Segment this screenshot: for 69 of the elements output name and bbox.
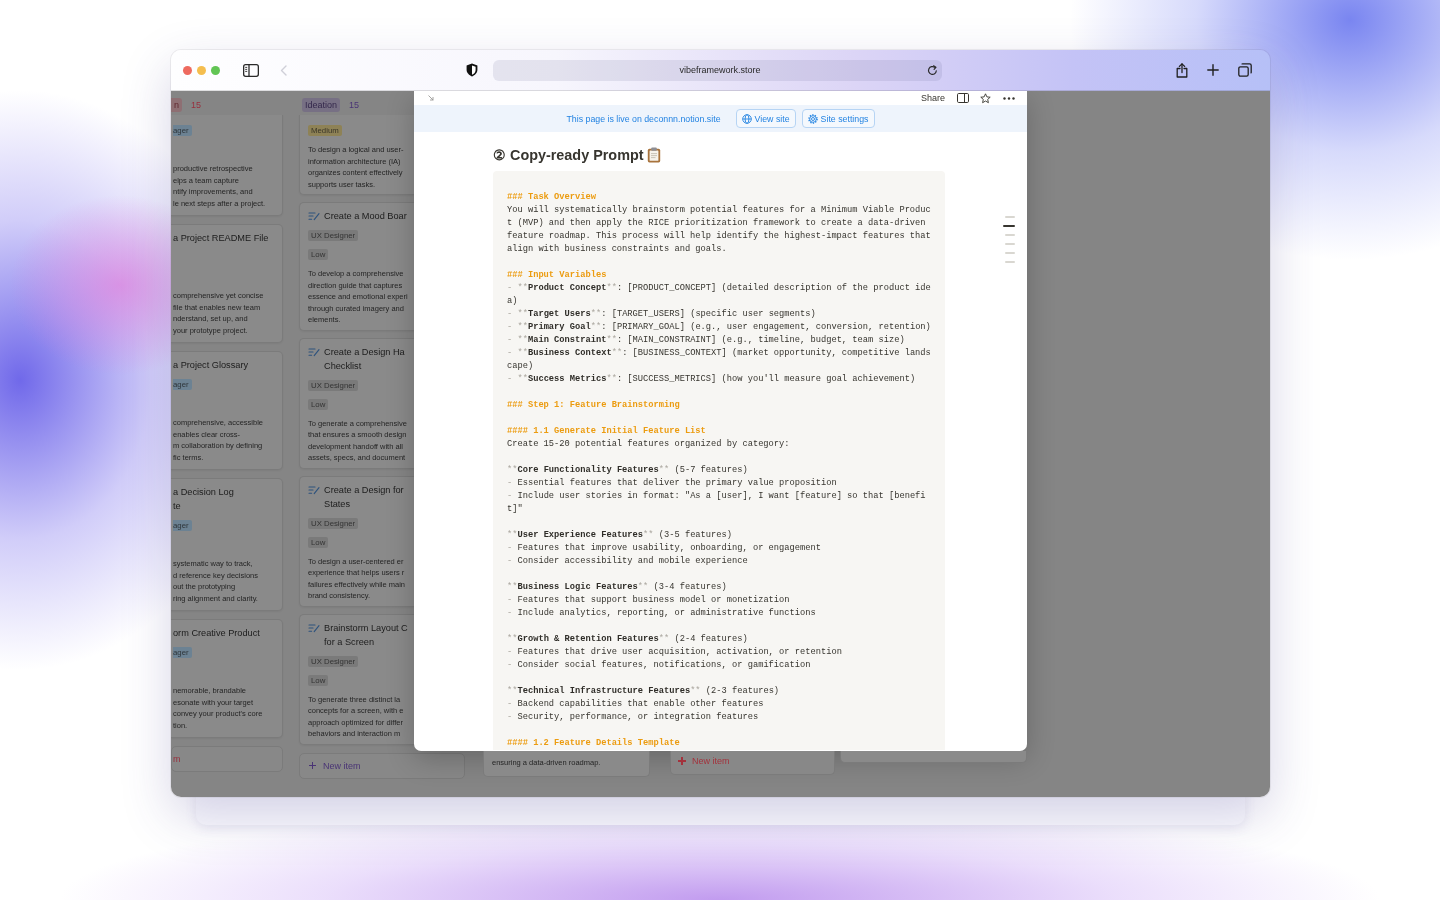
code-heading: ### Task Overview	[507, 191, 597, 204]
code-line: **User Experience Features** (3-5 features)	[507, 529, 733, 542]
code-line: **Growth & Retention Features** (2-4 features)	[507, 633, 749, 646]
address-bar[interactable]: vibeframework.store	[493, 59, 942, 81]
share-icon[interactable]	[1176, 62, 1188, 78]
outline-marker[interactable]	[1005, 234, 1015, 236]
share-button[interactable]: Share	[920, 92, 945, 104]
shield-icon[interactable]	[466, 63, 478, 77]
item-count: 15	[191, 99, 202, 112]
clipboard-icon	[646, 147, 661, 163]
code-line: - Include user stories in format: "As a [user], I want [feature] so that [benefit]"	[507, 490, 927, 516]
code-heading: ### Step 1: Feature Brainstorming	[507, 399, 681, 412]
zoom-button[interactable]	[211, 65, 220, 75]
code-line: - **Target Users**: [TARGET_USERS] (specific user segments)	[507, 308, 817, 321]
back-icon[interactable]	[280, 64, 287, 76]
code-line: - Include analytics, reporting, or administrative functions	[507, 607, 817, 620]
code-line: - Consider social features, notifications, or gamification	[507, 659, 812, 672]
code-line: **Technical Infrastructure Features** (2-3 features)	[507, 685, 781, 698]
outline-marker[interactable]	[1005, 216, 1015, 218]
panel-icon[interactable]	[957, 93, 969, 103]
code-line: - **Primary Goal**: [PRIMARY_GOAL] (e.g., user engagement, conversion, retention)	[507, 321, 932, 334]
sidebar-icon[interactable]	[243, 63, 259, 77]
view-site-button[interactable]: View site	[735, 109, 796, 128]
banner-text: This page is live on deconnn.notion.site	[566, 113, 721, 124]
code-heading: ### Input Variables	[507, 269, 608, 282]
card-title: Create a Mood Boar	[324, 210, 407, 223]
card-title: Create a Design Ha Checklist	[324, 345, 405, 373]
gear-icon	[807, 113, 818, 124]
code-line: - **Business Context**: [BUSINESS_CONTEXT] (market opportunity, competitive landscape)	[507, 347, 932, 373]
code-line: - Consider accessibility and mobile experience	[507, 555, 749, 568]
tabs-icon[interactable]	[1238, 63, 1252, 77]
code-line: **Core Functionality Features** (5-7 features)	[507, 464, 749, 477]
code-line: - **Product Concept**: [PRODUCT_CONCEPT] (detailed description of the product idea)	[507, 282, 932, 308]
card-title: Create a Design for States	[324, 483, 404, 511]
new-item-button[interactable]: New item	[299, 752, 465, 779]
star-icon[interactable]	[980, 92, 991, 104]
new-tab-icon[interactable]	[1207, 64, 1219, 76]
code-line: - Backend capabilities that enable other features	[507, 698, 765, 711]
code-heading: #### 1.2 Feature Details Template	[507, 737, 681, 750]
outline-marker[interactable]	[1003, 225, 1015, 227]
code-line: - Features that drive user acquisition, activation, or retention	[507, 646, 843, 659]
card-title: orm Creative Product	[173, 627, 260, 640]
minimize-button[interactable]	[197, 65, 206, 75]
diagonal-arrow-icon[interactable]	[428, 95, 434, 101]
card-title: a Project Glossary	[173, 359, 249, 372]
item-count: 15	[349, 99, 360, 112]
card-title: Brainstorm Layout C for a Screen	[324, 621, 408, 649]
card-title: a Decision Log te	[173, 486, 234, 513]
code-line: - Essential features that deliver the primary value proposition	[507, 477, 838, 490]
code-line: Create 15-20 potential features organized by category:	[507, 438, 791, 451]
site-settings-button[interactable]: Site settings	[801, 109, 875, 128]
code-line: **Business Logic Features** (3-4 features)	[507, 581, 728, 594]
code-line: - **Main Constraint**: [MAIN_CONSTRAINT] (e.g., timeline, budget, team size)	[507, 334, 906, 347]
code-line: - Security, performance, or integration features	[507, 711, 760, 724]
outline-marker[interactable]	[1005, 261, 1015, 263]
more-icon[interactable]	[1003, 96, 1015, 100]
column-tag: Ideation	[302, 98, 341, 112]
code-line: - Features that support business model or monetization	[507, 594, 791, 607]
code-line: You will systematically brainstorm potential features for a Minimum Viable Product (MVP) and then apply the RICE prioritization framework to create a data-driven feature roadmap. This process will help identify the highest-impact features that align with business constraints and goals.	[507, 204, 932, 256]
card-title: a Project README File	[173, 232, 269, 245]
code-line: - **Success Metrics**: [SUCCESS_METRICS] (how you'll measure goal achievement)	[507, 373, 917, 386]
page-title: ② Copy-ready Prompt	[493, 146, 644, 164]
outline-marker[interactable]	[1005, 243, 1015, 245]
code-line: - Features that improve usability, onboarding, or engagement	[507, 542, 822, 555]
globe-icon	[741, 113, 752, 124]
close-button[interactable]	[183, 65, 192, 75]
code-heading: #### 1.1 Generate Initial Feature List	[507, 425, 707, 438]
outline-marker[interactable]	[1005, 252, 1015, 254]
reload-icon[interactable]	[927, 64, 938, 76]
